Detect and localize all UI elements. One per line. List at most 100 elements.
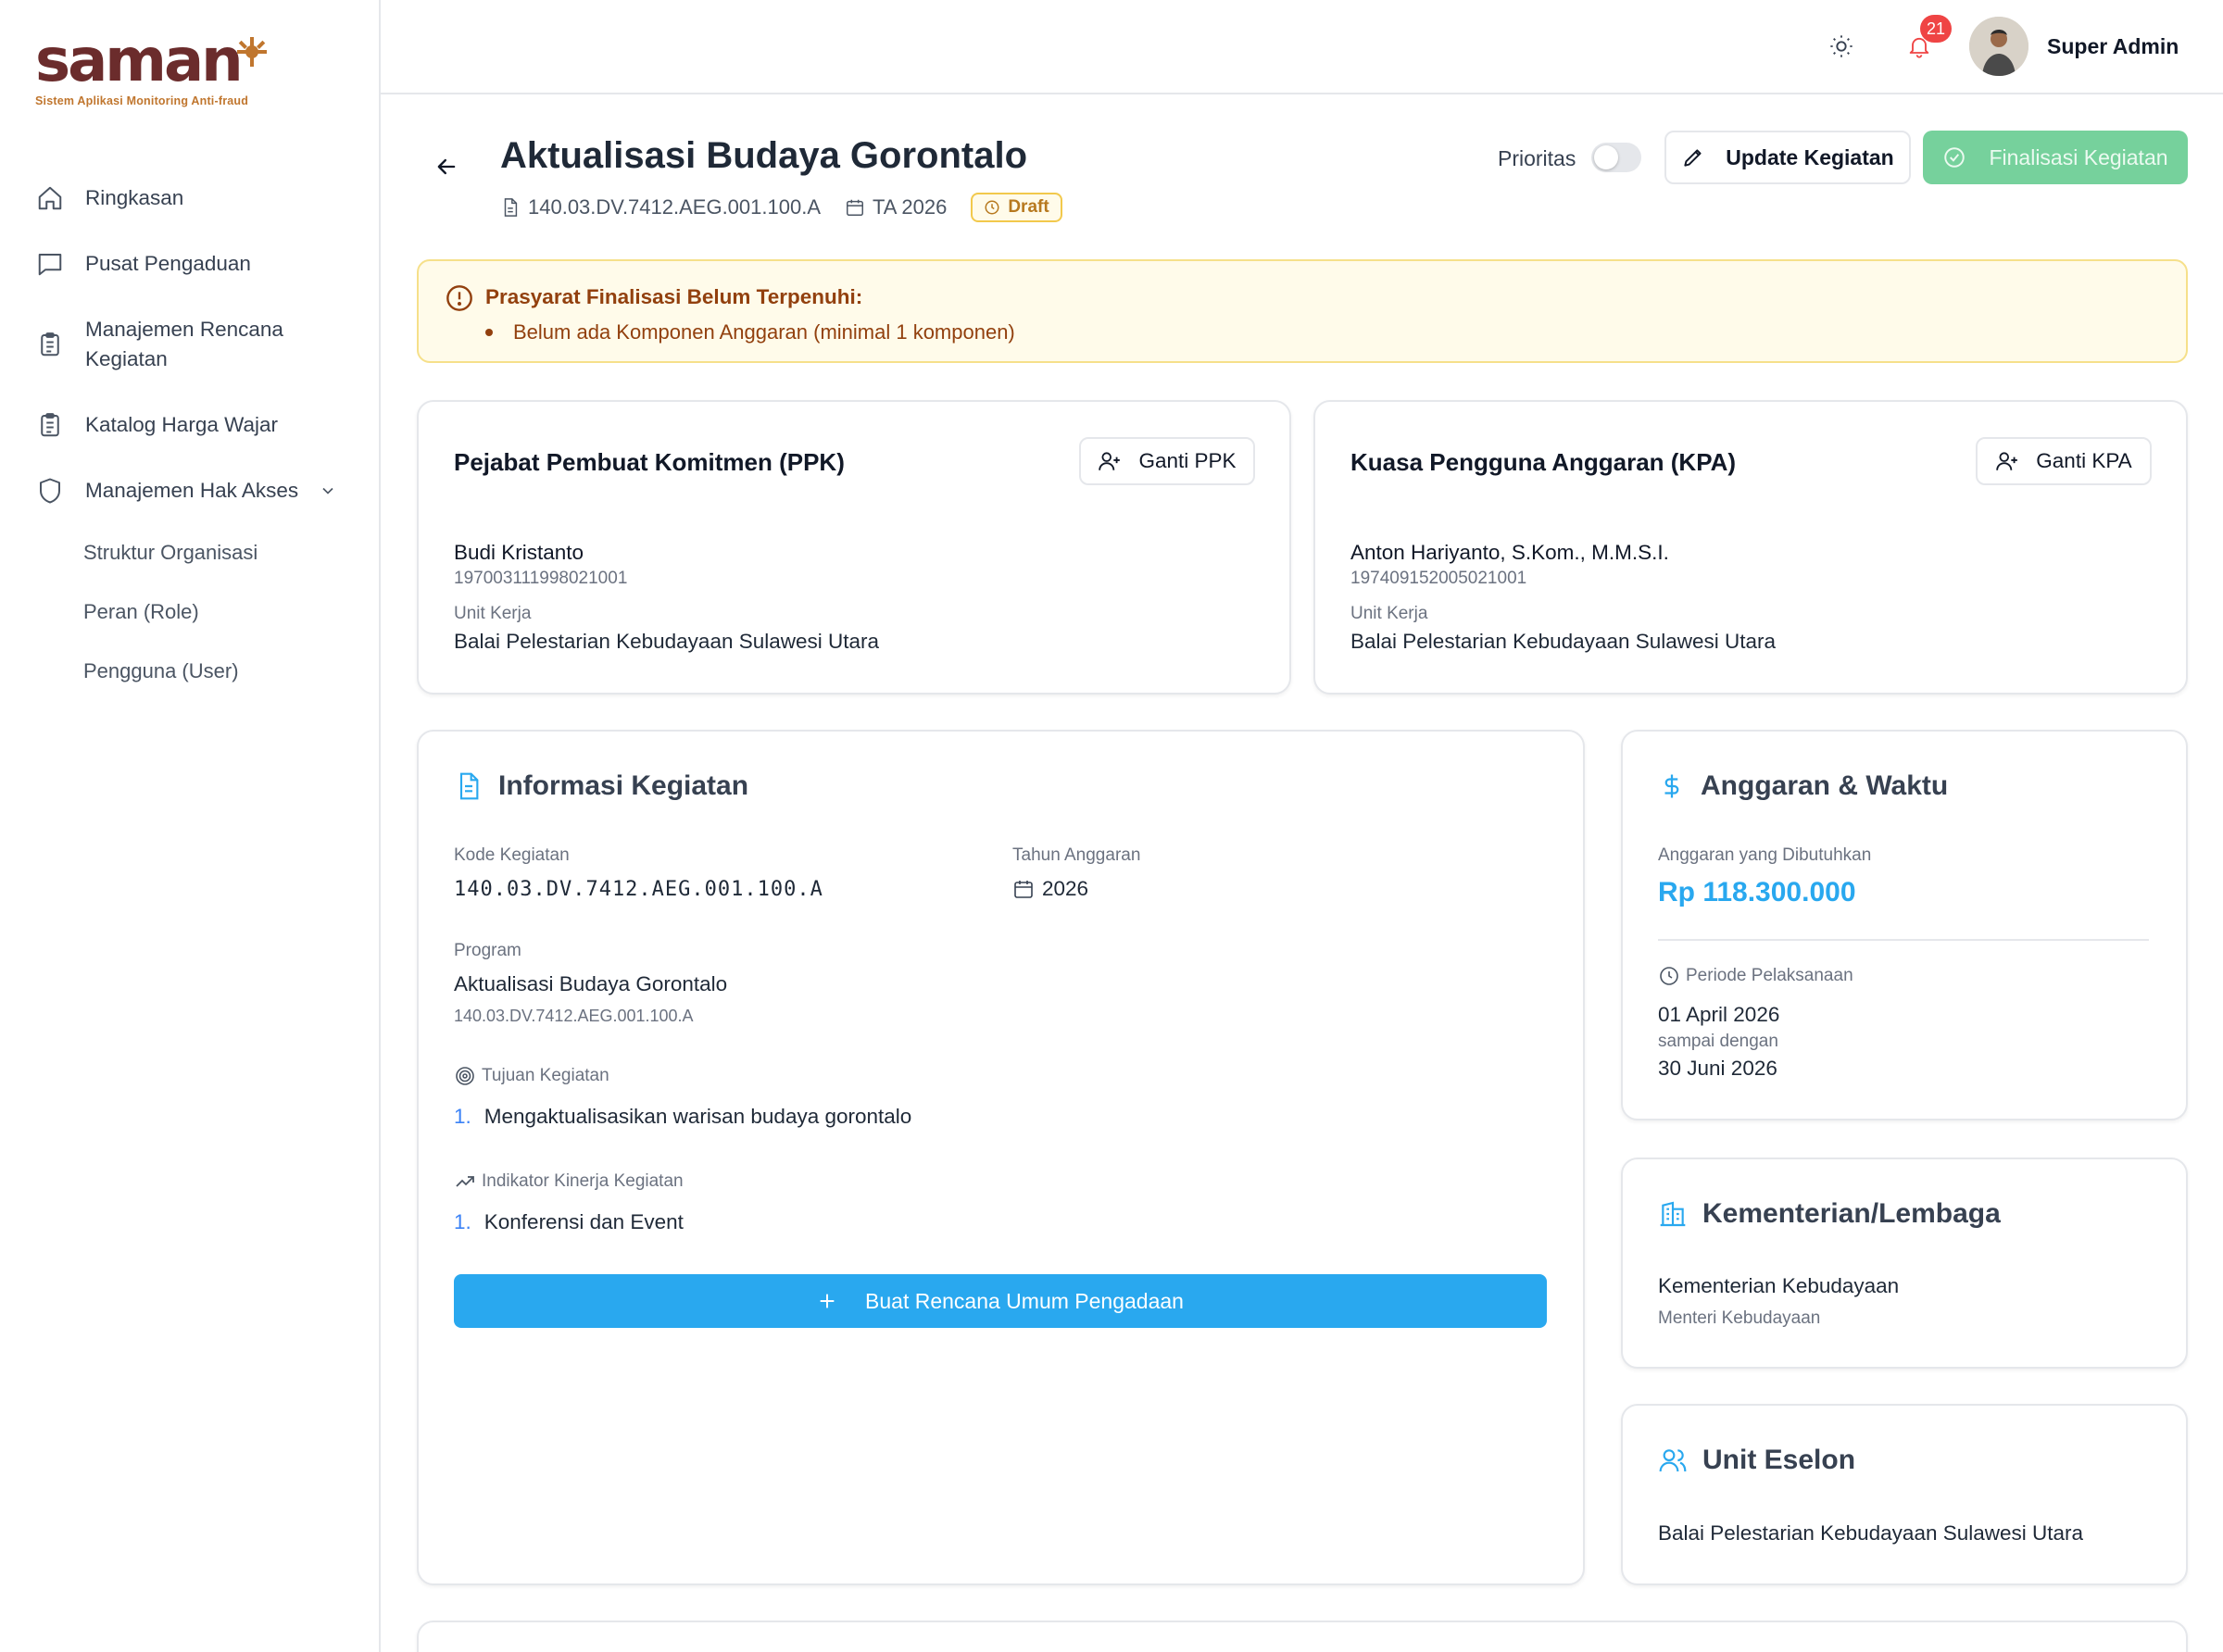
kpa-card: Kuasa Pengguna Anggaran (KPA) Ganti KPA … — [1313, 400, 2188, 695]
tujuan-kegiatan-label: Tujuan Kegiatan — [454, 1065, 609, 1087]
sidebar-item-label: Ringkasan — [85, 186, 184, 209]
sidebar-item-label: Pusat Pengaduan — [85, 252, 251, 275]
building-icon — [1660, 1201, 1686, 1227]
unit-eselon-card — [1621, 1404, 2188, 1585]
status-badge: Draft — [971, 193, 1062, 222]
kementerian-head: Menteri Kebudayaan — [1658, 1308, 1821, 1328]
alert-title: Prasyarat Finalisasi Belum Terpenuhi: — [485, 285, 863, 308]
user-avatar-icon — [1969, 17, 2028, 76]
anggaran-waktu-title: Anggaran & Waktu — [1658, 770, 1948, 802]
priority-toggle[interactable] — [1591, 143, 1641, 172]
buat-rencana-label: Buat Rencana Umum Pengadaan — [865, 1288, 1184, 1313]
periode-label-text: Periode Pelaksanaan — [1686, 966, 1853, 985]
users-icon — [1659, 1449, 1687, 1472]
divider — [1658, 939, 2149, 941]
kementerian-title: Kementerian/Lembaga — [1658, 1198, 2001, 1230]
finalisasi-kegiatan-label: Finalisasi Kegiatan — [1989, 144, 2168, 169]
informasi-kegiatan-title-text: Informasi Kegiatan — [498, 770, 749, 801]
document-icon — [459, 772, 479, 800]
kementerian-title-text: Kementerian/Lembaga — [1702, 1198, 2001, 1229]
finalisasi-kegiatan-button[interactable]: Finalisasi Kegiatan — [1923, 131, 2188, 184]
informasi-kegiatan-title: Informasi Kegiatan — [454, 770, 748, 802]
user-name[interactable]: Super Admin — [2047, 34, 2179, 59]
brand-logo[interactable]: saman Sistem Aplikasi Monitoring Anti-fr… — [35, 31, 313, 115]
anggaran-waktu-title-text: Anggaran & Waktu — [1701, 770, 1949, 801]
kode-kegiatan-label: Kode Kegiatan — [454, 845, 570, 865]
plus-icon — [820, 1294, 835, 1308]
sidebar-item-manajemen-rencana-kegiatan[interactable]: Manajemen Rencana Kegiatan — [35, 315, 283, 374]
user-plus-icon — [1996, 452, 2018, 470]
kementerian-name: Kementerian Kebudayaan — [1658, 1274, 1900, 1297]
unit-eselon-name: Balai Pelestarian Kebudayaan Sulawesi Ut… — [1658, 1521, 2084, 1545]
calendar-icon — [847, 199, 863, 216]
tujuan-text: Mengaktualisasikan warisan budaya goront… — [484, 1105, 912, 1128]
brand-mark-icon — [237, 37, 267, 67]
anggaran-amount: Rp 118.300.000 — [1658, 877, 1856, 907]
list-number: 1. — [454, 1210, 471, 1233]
toggle-knob — [1594, 145, 1618, 169]
periode-end: 30 Juni 2026 — [1658, 1057, 1777, 1080]
target-icon — [456, 1067, 474, 1085]
brand-name: saman — [35, 27, 244, 95]
clipboard-icon — [35, 410, 65, 440]
indikator-list-item: 1. Konferensi dan Event — [454, 1210, 684, 1234]
alert-item: Belum ada Komponen Anggaran (minimal 1 k… — [485, 320, 1015, 344]
periode-label: Periode Pelaksanaan — [1658, 965, 1853, 987]
activity-code: 140.03.DV.7412.AEG.001.100.A — [528, 195, 821, 219]
clock-icon — [1660, 967, 1678, 985]
back-arrow-icon[interactable] — [433, 154, 459, 180]
trending-up-icon — [456, 1176, 474, 1187]
tahun-anggaran-label: Tahun Anggaran — [1012, 845, 1141, 865]
top-header — [381, 0, 2223, 94]
ppk-unit-label: Unit Kerja — [454, 604, 532, 623]
fiscal-year-meta: TA 2026 — [845, 195, 947, 219]
brand-tagline: Sistem Aplikasi Monitoring Anti-fraud — [35, 94, 249, 107]
sidebar-item-ringkasan[interactable]: Ringkasan — [35, 183, 183, 213]
ganti-ppk-button[interactable]: Ganti PPK — [1079, 437, 1255, 485]
kpa-unit: Balai Pelestarian Kebudayaan Sulawesi Ut… — [1350, 630, 1777, 653]
dollar-icon — [1664, 774, 1679, 798]
sidebar-item-manajemen-hak-akses[interactable]: Manajemen Hak Akses — [35, 476, 337, 506]
theme-toggle-sun-icon[interactable] — [1828, 33, 1854, 59]
indikator-text: Konferensi dan Event — [484, 1210, 684, 1233]
buat-rencana-umum-pengadaan-button[interactable]: Buat Rencana Umum Pengadaan — [454, 1274, 1547, 1328]
unit-eselon-title-text: Unit Eselon — [1702, 1445, 1856, 1475]
periode-until: sampai dengan — [1658, 1032, 1778, 1051]
tahun-anggaran-value: 2026 — [1042, 877, 1089, 900]
informasi-kegiatan-card — [417, 730, 1585, 1585]
program-name: Aktualisasi Budaya Gorontalo — [454, 972, 728, 995]
sidebar-item-label: Kegiatan — [85, 347, 168, 370]
bullet — [485, 329, 493, 336]
pencil-icon — [1684, 149, 1702, 167]
page-meta: 140.03.DV.7412.AEG.001.100.A TA 2026 Dra… — [500, 193, 1062, 222]
sidebar-item-label: Manajemen Rencana — [85, 318, 283, 341]
clipboard-icon — [35, 330, 65, 359]
status-text: Draft — [1008, 197, 1049, 217]
clock-icon — [985, 200, 999, 215]
alert-circle-icon — [445, 283, 474, 313]
ppk-name: Budi Kristanto — [454, 541, 584, 564]
kpa-card-title: Kuasa Pengguna Anggaran (KPA) — [1350, 448, 1737, 476]
finalization-warning-alert: Prasyarat Finalisasi Belum Terpenuhi: Be… — [417, 259, 2188, 363]
ganti-kpa-button[interactable]: Ganti KPA — [1976, 437, 2152, 485]
kpa-nip: 197409152005021001 — [1350, 569, 1527, 588]
notification-count-badge: 21 — [1920, 15, 1952, 43]
sidebar-subitem-peran[interactable]: Peran (Role) — [83, 600, 199, 624]
ppk-card: Pejabat Pembuat Komitmen (PPK) Ganti PPK… — [417, 400, 1291, 695]
avatar[interactable] — [1969, 17, 2028, 76]
check-circle-icon — [1944, 147, 1966, 168]
sidebar-item-katalog-harga-wajar[interactable]: Katalog Harga Wajar — [35, 410, 278, 440]
sidebar-subitem-pengguna[interactable]: Pengguna (User) — [83, 659, 239, 683]
sidebar-item-label-group: Manajemen Rencana Kegiatan — [85, 315, 283, 374]
message-icon — [35, 249, 65, 279]
calendar-icon — [1014, 881, 1033, 898]
sidebar-item-pusat-pengaduan[interactable]: Pusat Pengaduan — [35, 249, 251, 279]
activity-code-meta: 140.03.DV.7412.AEG.001.100.A — [500, 195, 821, 219]
home-icon — [35, 183, 65, 213]
priority-label: Prioritas — [1498, 146, 1576, 170]
update-kegiatan-button[interactable]: Update Kegiatan — [1664, 131, 1911, 184]
ganti-kpa-label: Ganti KPA — [2036, 449, 2132, 472]
kpa-name: Anton Hariyanto, S.Kom., M.M.S.I. — [1350, 541, 1669, 564]
sidebar-subitem-struktur-organisasi[interactable]: Struktur Organisasi — [83, 541, 257, 565]
sidebar-item-label: Katalog Harga Wajar — [85, 413, 279, 436]
